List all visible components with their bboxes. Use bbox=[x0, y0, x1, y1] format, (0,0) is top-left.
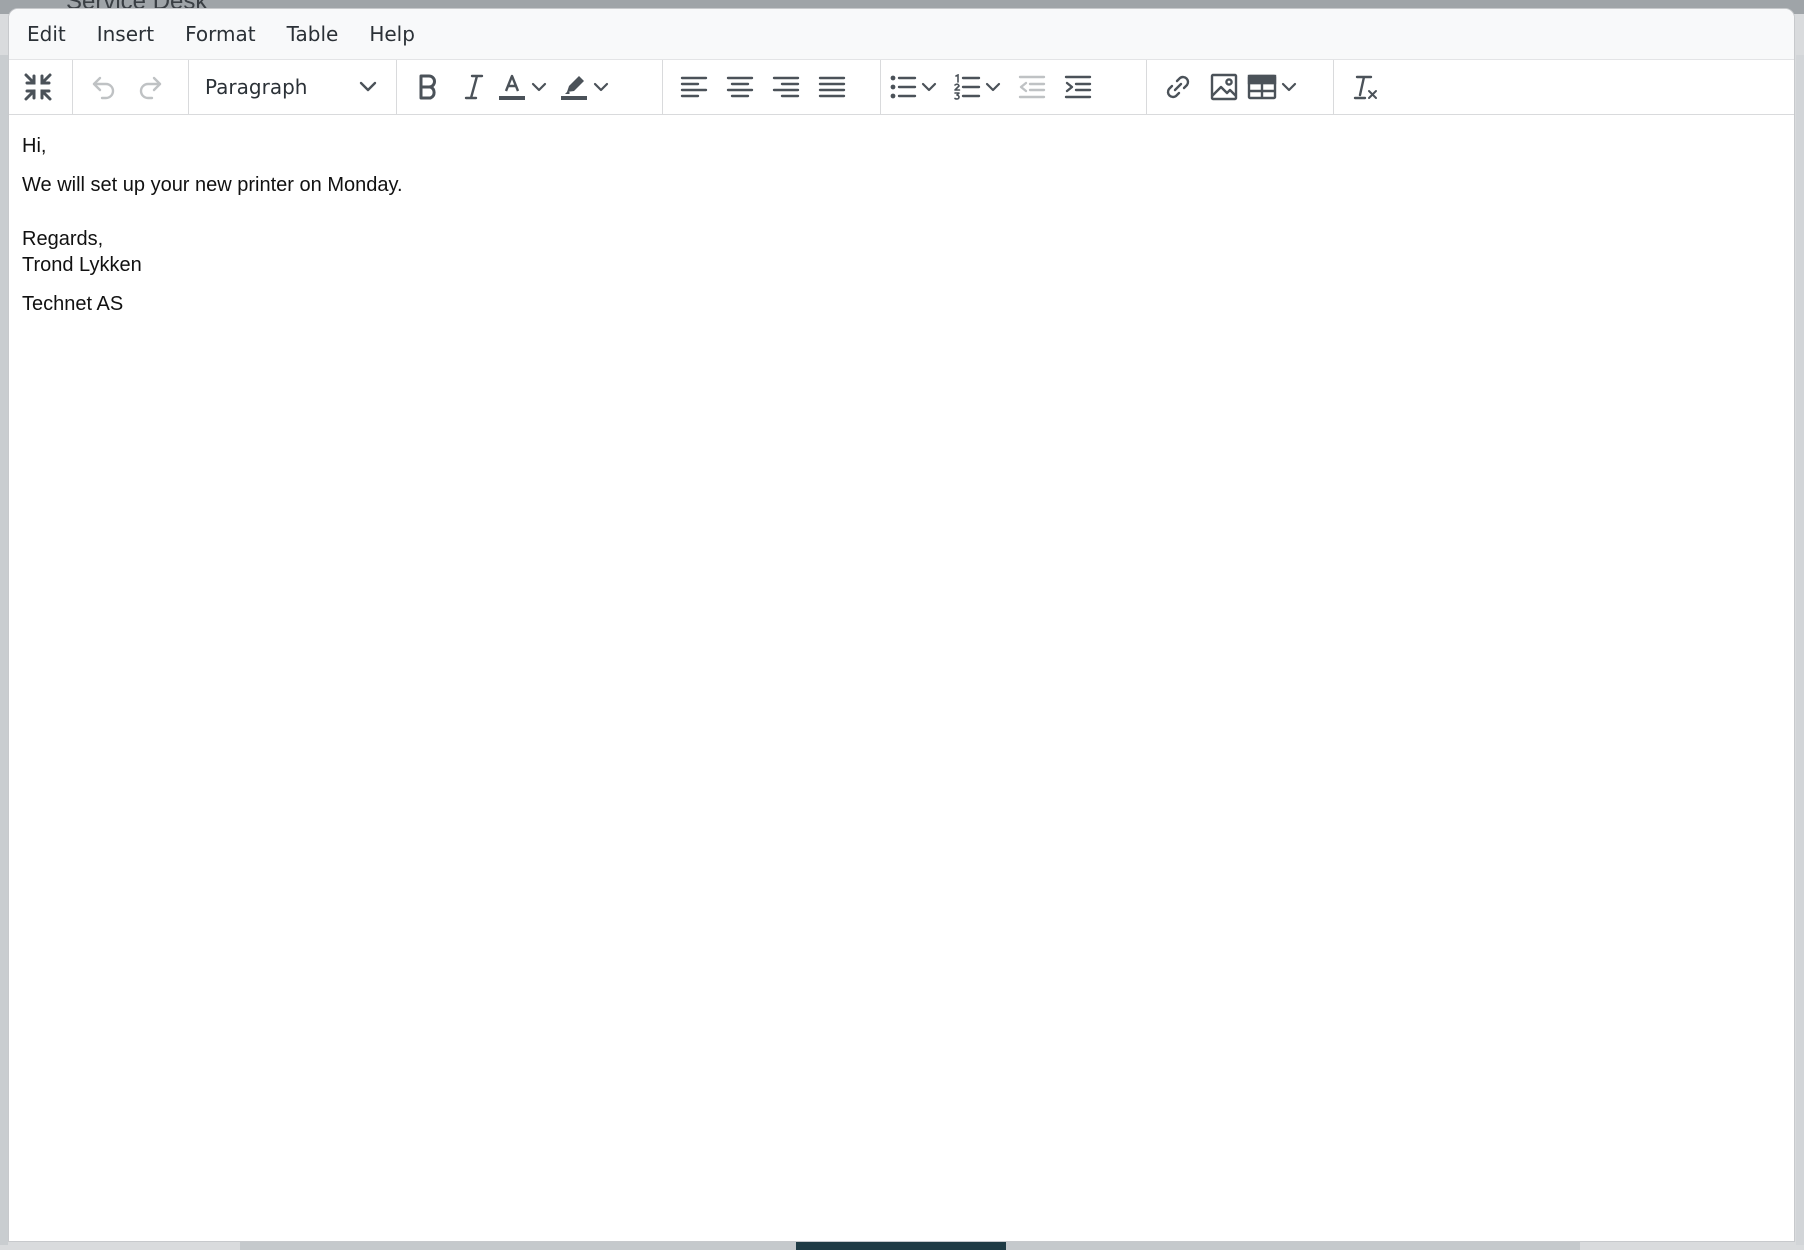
align-right-icon bbox=[772, 76, 800, 98]
highlight-icon bbox=[561, 76, 587, 100]
toolbar-group-view bbox=[9, 60, 73, 114]
closing-text: Regards, bbox=[22, 228, 104, 250]
chevron-down-icon bbox=[1281, 82, 1297, 92]
undo-icon bbox=[92, 76, 115, 100]
align-center-icon bbox=[726, 76, 754, 98]
link-icon bbox=[1166, 75, 1190, 99]
chevron-down-icon bbox=[359, 81, 377, 92]
align-right-button[interactable] bbox=[763, 67, 809, 107]
justify-icon bbox=[818, 76, 846, 98]
redo-button[interactable] bbox=[127, 67, 173, 107]
greeting-text: Hi, bbox=[22, 135, 47, 157]
justify-button[interactable] bbox=[809, 67, 855, 107]
toolbar-group-lists bbox=[881, 60, 1147, 114]
numbered-list-icon bbox=[954, 74, 981, 100]
toolbar-group-formatting bbox=[397, 60, 663, 114]
chevron-down-icon bbox=[531, 82, 547, 92]
bold-button[interactable] bbox=[405, 67, 451, 107]
table-icon bbox=[1247, 74, 1277, 100]
toolbar-group-clear bbox=[1334, 60, 1404, 114]
outdent-icon bbox=[1018, 75, 1046, 99]
editor-menubar: Edit Insert Format Table Help bbox=[9, 9, 1794, 60]
signature-name: Trond Lykken bbox=[22, 254, 142, 276]
menu-edit[interactable]: Edit bbox=[19, 16, 74, 52]
background-left-strip bbox=[0, 55, 8, 1245]
toolbar-group-alignment bbox=[663, 60, 881, 114]
italic-button[interactable] bbox=[451, 67, 497, 107]
chevron-down-icon bbox=[593, 82, 609, 92]
fullscreen-exit-button[interactable] bbox=[15, 67, 61, 107]
menu-help[interactable]: Help bbox=[361, 16, 423, 52]
redo-icon bbox=[139, 76, 162, 100]
toolbar-group-history bbox=[73, 60, 189, 114]
align-center-button[interactable] bbox=[717, 67, 763, 107]
highlight-color-button[interactable] bbox=[559, 67, 611, 107]
table-button[interactable] bbox=[1247, 67, 1299, 107]
chevron-down-icon bbox=[921, 82, 937, 92]
editor-content-area[interactable]: Hi, We will set up your new printer on M… bbox=[9, 115, 1794, 348]
align-left-button[interactable] bbox=[671, 67, 717, 107]
menu-insert[interactable]: Insert bbox=[89, 16, 162, 52]
clear-formatting-button[interactable] bbox=[1342, 67, 1388, 107]
text-color-button[interactable] bbox=[497, 67, 549, 107]
toolbar-group-blocks: Paragraph bbox=[189, 60, 397, 114]
block-format-select[interactable]: Paragraph bbox=[197, 67, 385, 107]
signature-company: Technet AS bbox=[22, 293, 124, 315]
image-button[interactable] bbox=[1201, 67, 1247, 107]
editor-toolbar: Paragraph bbox=[9, 60, 1794, 115]
undo-button[interactable] bbox=[81, 67, 127, 107]
bold-icon bbox=[419, 74, 436, 100]
chevron-down-icon bbox=[985, 82, 1001, 92]
fullscreen-exit-icon bbox=[24, 73, 52, 101]
rich-text-editor: Edit Insert Format Table Help Paragraph … bbox=[8, 8, 1795, 1242]
clear-formatting-icon bbox=[1353, 75, 1377, 100]
block-format-value: Paragraph bbox=[205, 75, 308, 99]
background-right-strip bbox=[1796, 55, 1804, 1245]
outdent-button[interactable] bbox=[1009, 67, 1055, 107]
bullet-list-button[interactable] bbox=[889, 67, 939, 107]
numbered-list-button[interactable] bbox=[953, 67, 1003, 107]
indent-icon bbox=[1064, 75, 1092, 99]
toolbar-group-insert bbox=[1147, 60, 1334, 114]
link-button[interactable] bbox=[1155, 67, 1201, 107]
italic-icon bbox=[464, 74, 484, 100]
align-left-icon bbox=[680, 76, 708, 98]
bullet-list-icon bbox=[890, 75, 917, 99]
menu-table[interactable]: Table bbox=[279, 16, 347, 52]
body-text: We will set up your new printer on Monda… bbox=[22, 174, 403, 196]
menu-format[interactable]: Format bbox=[177, 16, 263, 52]
text-color-icon bbox=[499, 74, 525, 100]
indent-button[interactable] bbox=[1055, 67, 1101, 107]
image-icon bbox=[1210, 73, 1238, 101]
